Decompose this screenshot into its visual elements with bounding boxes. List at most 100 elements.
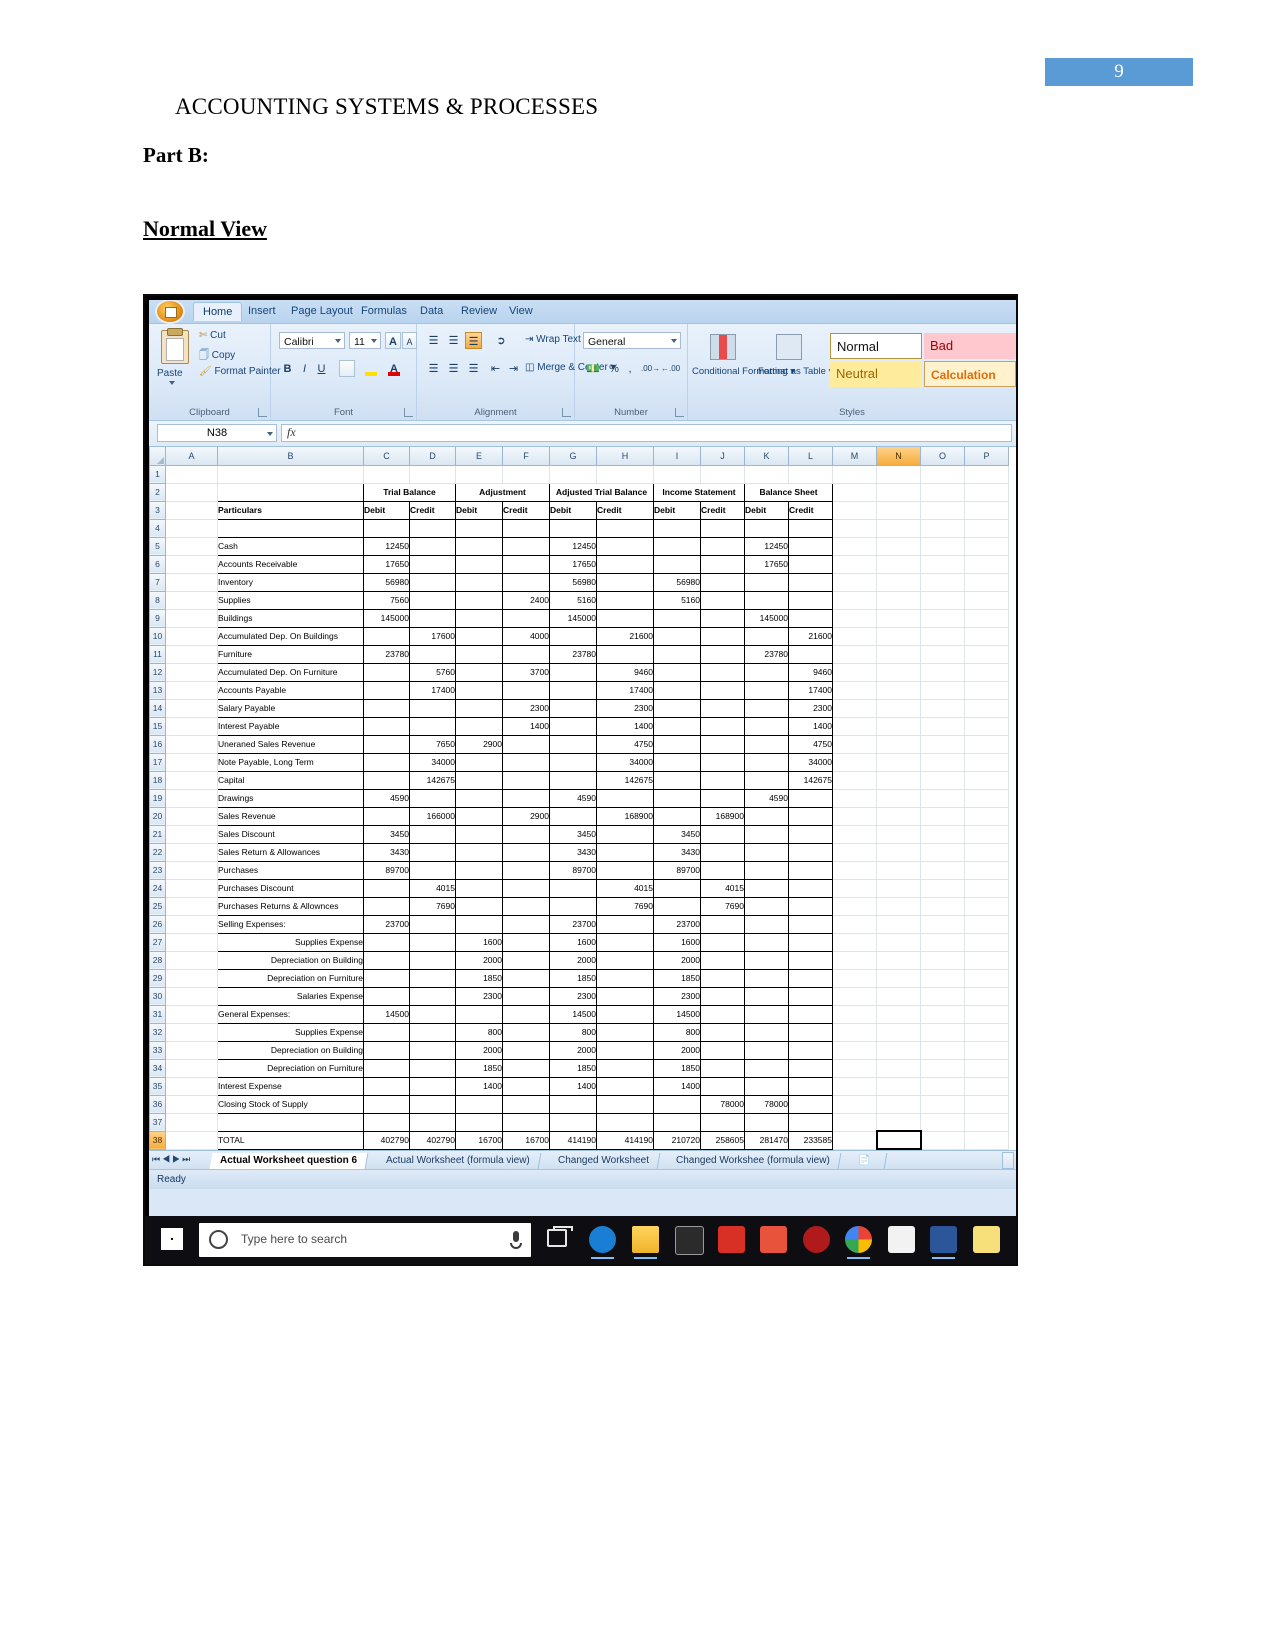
value-cell[interactable] [363,968,410,988]
value-cell[interactable]: 17650 [744,554,789,574]
value-cell[interactable]: 9460 [788,662,833,682]
value-cell[interactable] [549,806,597,826]
value-cell[interactable]: 23700 [653,914,701,934]
grid-cell[interactable] [165,986,218,1006]
grid-cell[interactable] [832,878,877,898]
value-cell[interactable] [788,554,833,574]
value-cell[interactable] [744,860,789,880]
grid-cell[interactable] [920,590,965,610]
worksheet-table[interactable]: ABCDEFGHIJKLMNOP 1 2 Trial Balance Adjustme… [149,447,1009,1150]
paste-icon[interactable] [161,328,189,364]
table-row[interactable]: 20 Sales Revenue 166000 2900 168900 168900 [149,806,1009,826]
value-cell[interactable] [788,644,833,664]
column-header-g[interactable]: G [549,447,597,466]
value-cell[interactable] [744,1076,789,1096]
grid-cell[interactable] [876,644,921,664]
grid-cell[interactable] [876,842,921,862]
value-cell[interactable] [549,716,597,736]
table-row[interactable]: 33 Depreciation on Building 2000 2000 2000 [149,1040,1009,1060]
table-row[interactable]: 27 Supplies Expense 1600 1600 1600 [149,932,1009,952]
value-cell[interactable] [409,1058,456,1078]
column-subheader-debit-7[interactable]: Debit [653,500,701,520]
value-cell[interactable] [409,698,456,718]
value-cell[interactable] [455,860,503,880]
value-cell[interactable]: 1850 [653,1058,701,1078]
particulars-cell[interactable]: Interest Payable [217,716,364,736]
align-bottom-icon[interactable]: ☰ [465,332,482,349]
value-cell[interactable] [502,1040,550,1060]
selected-cell-n38[interactable] [875,1130,922,1150]
value-cell[interactable] [502,644,550,664]
grid-cell[interactable] [832,1076,877,1096]
group-header-adjustment[interactable]: Adjustment [455,482,550,502]
decrease-decimal-icon[interactable]: ←.00 [661,360,680,377]
value-cell[interactable] [700,1022,745,1042]
number-format-combo[interactable]: General [583,332,681,349]
value-cell[interactable] [700,716,745,736]
value-cell[interactable]: 14500 [549,1004,597,1024]
row-header-15[interactable]: 15 [149,716,166,736]
grid-cell[interactable] [964,1004,1009,1024]
particulars-cell[interactable]: Depreciation on Furniture [217,1058,364,1078]
grid-cell[interactable] [165,770,218,790]
value-cell[interactable]: 4015 [700,878,745,898]
table-row[interactable]: 36 Closing Stock of Supply 78000 78000 [149,1094,1009,1114]
group-header-adjusted-trial-balance[interactable]: Adjusted Trial Balance [549,482,654,502]
table-row[interactable]: 1 [149,464,1009,484]
grid-cell[interactable] [964,662,1009,682]
value-cell[interactable] [744,824,789,844]
value-cell[interactable] [653,1094,701,1114]
grid-cell[interactable] [165,842,218,862]
value-cell[interactable] [788,788,833,808]
value-cell[interactable] [363,752,410,772]
value-cell[interactable] [455,914,503,934]
value-cell[interactable] [700,626,745,646]
value-cell[interactable] [653,878,701,898]
particulars-cell[interactable]: Cash [217,536,364,556]
grid-cell[interactable] [832,968,877,988]
particulars-cell[interactable]: Depreciation on Furniture [217,968,364,988]
grid-cell[interactable] [920,1112,965,1132]
select-all-corner[interactable] [149,447,166,466]
grid-cell[interactable] [876,1022,921,1042]
align-center-icon[interactable]: ☰ [445,360,462,377]
conditional-formatting-icon[interactable] [710,334,736,360]
grid-cell[interactable] [165,788,218,808]
table-row[interactable]: 17 Note Payable, Long Term 34000 34000 34000 [149,752,1009,772]
value-cell[interactable] [549,626,597,646]
table-row[interactable]: 25 Purchases Returns & Allownces 7690 7690 7… [149,896,1009,916]
column-subheader-credit-8[interactable]: Credit [700,500,745,520]
grid-cell[interactable] [165,698,218,718]
grid-cell[interactable] [876,1112,921,1132]
grid-cell[interactable] [920,464,965,484]
value-cell[interactable] [788,914,833,934]
value-cell[interactable]: 5160 [653,590,701,610]
grid-cell[interactable] [964,626,1009,646]
particulars-cell[interactable]: Accounts Payable [217,680,364,700]
grid-cell[interactable] [217,464,364,484]
row-header-12[interactable]: 12 [149,662,166,682]
value-cell[interactable]: 2300 [653,986,701,1006]
row-header-36[interactable]: 36 [149,1094,166,1114]
column-header-d[interactable]: D [409,447,456,466]
value-cell[interactable] [700,680,745,700]
grid-cell[interactable] [920,500,965,520]
grid-cell[interactable] [920,896,965,916]
cell-style-neutral[interactable]: Neutral [830,361,922,387]
value-cell[interactable]: 402790 [363,1130,410,1150]
value-cell[interactable] [502,860,550,880]
value-cell[interactable]: 1400 [653,1076,701,1096]
value-cell[interactable] [788,590,833,610]
value-cell[interactable] [700,698,745,718]
adobe-reader-icon[interactable] [760,1226,787,1253]
grid-cell[interactable] [920,878,965,898]
format-as-table-icon[interactable] [776,334,802,360]
row-header-18[interactable]: 18 [149,770,166,790]
value-cell[interactable]: 1600 [549,932,597,952]
row-header-4[interactable]: 4 [149,518,166,538]
grid-cell[interactable] [165,878,218,898]
column-header-l[interactable]: L [788,447,833,466]
grid-cell[interactable] [832,1040,877,1060]
value-cell[interactable] [596,950,654,970]
column-header-i[interactable]: I [653,447,701,466]
